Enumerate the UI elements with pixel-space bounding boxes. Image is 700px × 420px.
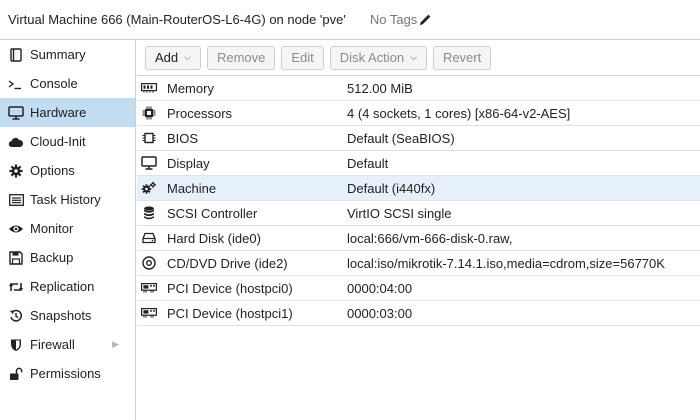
hardware-name: Machine: [167, 180, 217, 196]
cogs-icon: [141, 180, 157, 196]
title-bar: Virtual Machine 666 (Main-RouterOS-L6-4G…: [0, 0, 700, 40]
hardware-value: local:666/vm-666-disk-0.raw,: [347, 230, 513, 246]
table-row[interactable]: PCI Device (hostpci1) 0000:03:00: [137, 301, 700, 326]
hardware-value: local:iso/mikrotik-7.14.1.iso,media=cdro…: [347, 255, 665, 271]
shield-icon: [8, 337, 24, 353]
sidebar-item-firewall[interactable]: Firewall ▶: [0, 330, 135, 359]
monitor-icon: [8, 105, 24, 121]
remove-button[interactable]: Remove: [206, 45, 276, 70]
sidebar-item-label: Monitor: [30, 221, 74, 236]
pci-card-icon: [141, 280, 157, 296]
add-button-label: Add: [155, 50, 179, 65]
hardware-value: 0000:04:00: [347, 280, 413, 296]
pci-card-icon: [141, 305, 157, 321]
hardware-name: PCI Device (hostpci0): [167, 280, 293, 296]
sidebar-item-task-history[interactable]: Task History: [0, 185, 135, 214]
add-button[interactable]: Add ⌵: [145, 45, 201, 70]
hardware-name: Processors: [167, 105, 233, 121]
sidebar-item-label: Backup: [30, 250, 74, 265]
sidebar-item-label: Summary: [30, 47, 86, 62]
table-row[interactable]: Processors 4 (4 sockets, 1 cores) [x86-6…: [137, 101, 700, 126]
floppy-icon: [8, 250, 24, 266]
sidebar: Summary Console Hardware Cloud-Init Opti…: [0, 40, 136, 420]
sidebar-item-label: Task History: [30, 192, 101, 207]
sidebar-item-label: Cloud-Init: [30, 134, 86, 149]
hardware-name: Memory: [167, 80, 214, 96]
hardware-value: 0000:03:00: [347, 305, 413, 321]
table-row[interactable]: Memory 512.00 MiB: [137, 76, 700, 101]
hardware-value: VirtIO SCSI single: [347, 205, 452, 221]
tags-label[interactable]: No Tags: [370, 12, 417, 27]
memory-icon: [141, 80, 157, 96]
sidebar-item-cloud-init[interactable]: Cloud-Init: [0, 127, 135, 156]
sidebar-item-snapshots[interactable]: Snapshots: [0, 301, 135, 330]
sidebar-item-monitor[interactable]: Monitor: [0, 214, 135, 243]
table-row[interactable]: Display Default: [137, 151, 700, 176]
sidebar-item-label: Console: [30, 76, 78, 91]
table-row[interactable]: BIOS Default (SeaBIOS): [137, 126, 700, 151]
hdd-icon: [141, 230, 157, 246]
sidebar-item-label: Hardware: [30, 105, 87, 120]
chevron-down-icon: ⌵: [410, 52, 417, 62]
unlock-icon: [8, 366, 24, 382]
history-icon: [8, 308, 24, 324]
sidebar-item-label: Snapshots: [30, 308, 92, 323]
sidebar-item-options[interactable]: Options: [0, 156, 135, 185]
sidebar-item-label: Replication: [30, 279, 95, 294]
hardware-name: SCSI Controller: [167, 205, 258, 221]
hardware-value: 4 (4 sockets, 1 cores) [x86-64-v2-AES]: [347, 105, 571, 121]
hardware-grid: Memory 512.00 MiB Processors 4 (4 socket…: [137, 76, 700, 326]
gear-icon: [8, 163, 24, 179]
hardware-name: CD/DVD Drive (ide2): [167, 255, 288, 271]
cdrom-icon: [141, 255, 157, 271]
vm-title: Virtual Machine 666 (Main-RouterOS-L6-4G…: [8, 12, 346, 27]
hardware-value: Default (i440fx): [347, 180, 436, 196]
list-icon: [8, 192, 24, 208]
sidebar-item-label: Permissions: [30, 366, 101, 381]
sidebar-item-replication[interactable]: Replication: [0, 272, 135, 301]
table-row[interactable]: SCSI Controller VirtIO SCSI single: [137, 201, 700, 226]
sidebar-item-hardware[interactable]: Hardware: [0, 98, 135, 127]
table-row[interactable]: PCI Device (hostpci0) 0000:04:00: [137, 276, 700, 301]
edit-button[interactable]: Edit: [281, 45, 324, 70]
hardware-value: Default (SeaBIOS): [347, 130, 455, 146]
sidebar-item-backup[interactable]: Backup: [0, 243, 135, 272]
sidebar-item-summary[interactable]: Summary: [0, 40, 135, 69]
cpu-icon: [141, 105, 157, 121]
disk-action-button-label: Disk Action: [339, 50, 405, 65]
cloud-icon: [8, 134, 24, 150]
hardware-name: BIOS: [167, 130, 199, 146]
table-row[interactable]: CD/DVD Drive (ide2) local:iso/mikrotik-7…: [137, 251, 700, 276]
retweet-icon: [8, 279, 24, 295]
pencil-icon[interactable]: [419, 14, 431, 26]
table-row[interactable]: Hard Disk (ide0) local:666/vm-666-disk-0…: [137, 226, 700, 251]
hardware-name: Hard Disk (ide0): [167, 230, 261, 246]
toolbar: Add ⌵ Remove Edit Disk Action ⌵ Revert: [137, 40, 700, 76]
sidebar-item-label: Options: [30, 163, 75, 178]
submenu-arrow-icon[interactable]: ▶: [112, 339, 119, 350]
hardware-name: Display: [167, 155, 210, 171]
sidebar-item-label: Firewall: [30, 337, 75, 352]
disk-action-button[interactable]: Disk Action ⌵: [329, 45, 427, 70]
table-row[interactable]: Machine Default (i440fx): [137, 176, 700, 201]
hardware-name: PCI Device (hostpci1): [167, 305, 293, 321]
revert-button[interactable]: Revert: [432, 45, 492, 70]
eye-icon: [8, 221, 24, 237]
chip-icon: [141, 130, 157, 146]
desktop-icon: [141, 155, 157, 171]
book-icon: [8, 47, 24, 63]
terminal-icon: [8, 76, 24, 92]
hardware-panel: Add ⌵ Remove Edit Disk Action ⌵ Revert M…: [137, 40, 700, 420]
hardware-value: 512.00 MiB: [347, 80, 413, 96]
sidebar-item-permissions[interactable]: Permissions: [0, 359, 135, 388]
hardware-value: Default: [347, 155, 389, 171]
sidebar-item-console[interactable]: Console: [0, 69, 135, 98]
database-icon: [141, 205, 157, 221]
chevron-down-icon: ⌵: [184, 52, 191, 62]
